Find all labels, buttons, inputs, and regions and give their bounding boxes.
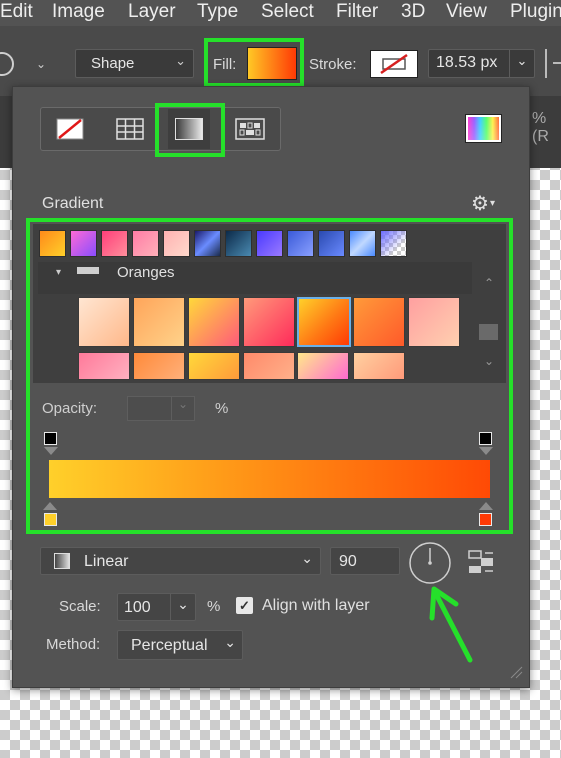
- menu-edit[interactable]: Edit: [0, 0, 33, 24]
- checkbox-icon[interactable]: ✓: [236, 597, 253, 614]
- gradient-section-highlight: [26, 218, 513, 534]
- menu-3d[interactable]: 3D: [401, 0, 425, 24]
- stroke-width-field[interactable]: 18.53 px ⌄: [428, 49, 535, 78]
- solid-color-icon: [116, 118, 144, 140]
- gear-icon[interactable]: ⚙ ▾: [469, 191, 497, 215]
- gradient-icon: [175, 118, 203, 140]
- scale-label: Scale:: [59, 598, 101, 615]
- menu-select[interactable]: Select: [261, 0, 314, 24]
- stroke-label: Stroke:: [309, 56, 357, 73]
- menu-filter[interactable]: Filter: [336, 0, 378, 24]
- fill-label: Fill:: [213, 56, 237, 73]
- resize-grip-icon[interactable]: [508, 664, 524, 680]
- fill-swatch[interactable]: [247, 47, 297, 80]
- stroke-type-icon[interactable]: [545, 49, 561, 78]
- document-area: [0, 96, 12, 168]
- angle-value: 90: [339, 553, 357, 570]
- scale-value: 100: [124, 599, 151, 616]
- pattern-icon: [235, 118, 265, 140]
- no-stroke-icon: [380, 53, 408, 75]
- no-fill-button[interactable]: [49, 109, 91, 149]
- gradient-style-value: Linear: [84, 553, 129, 570]
- method-value: Perceptual: [131, 637, 208, 654]
- pattern-fill-button[interactable]: [229, 109, 271, 149]
- chevron-down-icon[interactable]: ⌄: [33, 56, 49, 72]
- scale-field[interactable]: 100 ⌄: [117, 593, 196, 621]
- stroke-swatch[interactable]: [370, 50, 418, 78]
- menu-bar: Edit Image Layer Type Select Filter 3D V…: [0, 0, 561, 26]
- linear-gradient-icon: [54, 553, 70, 569]
- gradient-style-select[interactable]: Linear ⌄: [40, 547, 321, 575]
- chevron-down-icon: ⌄: [224, 634, 236, 650]
- stroke-width-value: 18.53 px: [436, 54, 498, 71]
- shape-mode-value: Shape: [91, 55, 135, 72]
- no-fill-icon: [56, 118, 84, 140]
- gradient-fill-button[interactable]: [168, 109, 210, 149]
- shape-mode-select[interactable]: Shape ⌄: [75, 49, 194, 78]
- method-label: Method:: [46, 636, 101, 653]
- menu-plugins[interactable]: Plugin: [510, 0, 561, 24]
- solid-color-button[interactable]: [109, 109, 151, 149]
- document-tab-strip: % (R: [530, 96, 561, 168]
- color-picker-button[interactable]: [465, 114, 502, 143]
- angle-dial-icon[interactable]: [408, 541, 452, 585]
- reverse-icon[interactable]: [467, 549, 495, 575]
- menu-type[interactable]: Type: [197, 0, 238, 24]
- color-picker-icon: [468, 117, 499, 140]
- menu-layer[interactable]: Layer: [128, 0, 176, 24]
- menu-image[interactable]: Image: [52, 0, 105, 24]
- scale-unit: %: [207, 598, 221, 615]
- chevron-down-icon[interactable]: ⌄: [509, 50, 534, 77]
- angle-field[interactable]: 90: [330, 547, 400, 575]
- chevron-down-icon: ⌄: [301, 550, 313, 566]
- annotation-arrow: [429, 586, 473, 663]
- method-select[interactable]: Perceptual ⌄: [117, 630, 243, 660]
- chevron-down-icon: ⌄: [175, 53, 186, 68]
- menu-view[interactable]: View: [446, 0, 487, 24]
- align-with-layer-label[interactable]: Align with layer: [262, 597, 370, 615]
- chevron-down-icon[interactable]: ⌄: [170, 594, 195, 620]
- gradient-section-title: Gradient: [42, 195, 104, 212]
- document-tab-text: % (R: [532, 110, 549, 145]
